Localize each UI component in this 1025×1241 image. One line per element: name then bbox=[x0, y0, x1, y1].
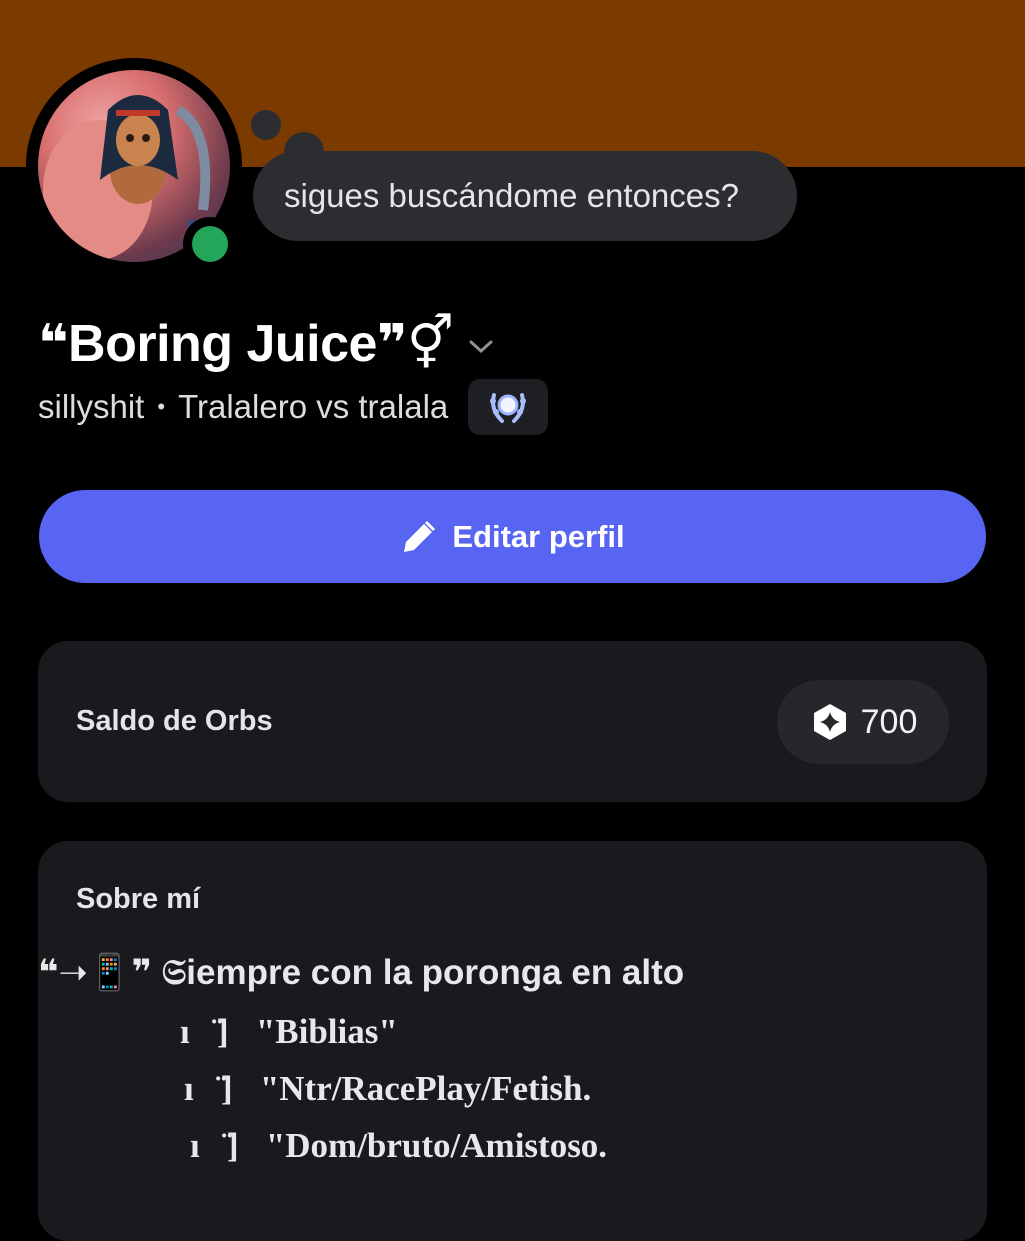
username-row: sillyshit • Tralalero vs tralala bbox=[38, 378, 549, 436]
custom-status-text: sigues buscándome entonces? bbox=[284, 177, 739, 214]
pencil-icon bbox=[404, 520, 436, 552]
thought-bubble-dot bbox=[251, 110, 281, 140]
online-status-indicator bbox=[192, 226, 228, 262]
custom-status-bubble[interactable]: sigues buscándome entonces? bbox=[253, 151, 797, 241]
orb-icon bbox=[813, 704, 846, 740]
profile-badge[interactable] bbox=[468, 379, 549, 435]
bio-line: ❝➝📱❞ 𝔖iempre con la poronga en alto bbox=[38, 953, 685, 992]
about-me-title: Sobre mí bbox=[76, 883, 201, 915]
orbs-balance-card: Saldo de Orbs 700 bbox=[38, 641, 987, 802]
orbs-balance-pill[interactable]: 700 bbox=[777, 680, 949, 764]
orbs-label: Saldo de Orbs bbox=[76, 705, 273, 737]
laurel-badge-icon bbox=[490, 393, 527, 423]
bio-line: ıⓞ̈]✎"Dom/bruto/Amistoso. bbox=[190, 1126, 608, 1165]
separator: • bbox=[157, 394, 166, 419]
orbs-value: 700 bbox=[860, 702, 918, 741]
bio-line: ıⓞ̈]✎"Ntr/RacePlay/Fetish. bbox=[184, 1069, 592, 1108]
pronouns: Tralalero vs tralala bbox=[178, 388, 449, 425]
bio-line: ıⓞ̈]✎"Biblias" bbox=[180, 1012, 398, 1051]
display-name: ❝Boring Juice❞⚥ bbox=[38, 315, 454, 373]
chevron-down-icon[interactable] bbox=[467, 338, 495, 356]
display-name-row[interactable]: ❝Boring Juice❞⚥ bbox=[38, 308, 495, 380]
edit-profile-label: Editar perfil bbox=[452, 518, 625, 554]
edit-profile-button[interactable]: Editar perfil bbox=[39, 490, 986, 583]
username: sillyshit bbox=[38, 388, 145, 425]
